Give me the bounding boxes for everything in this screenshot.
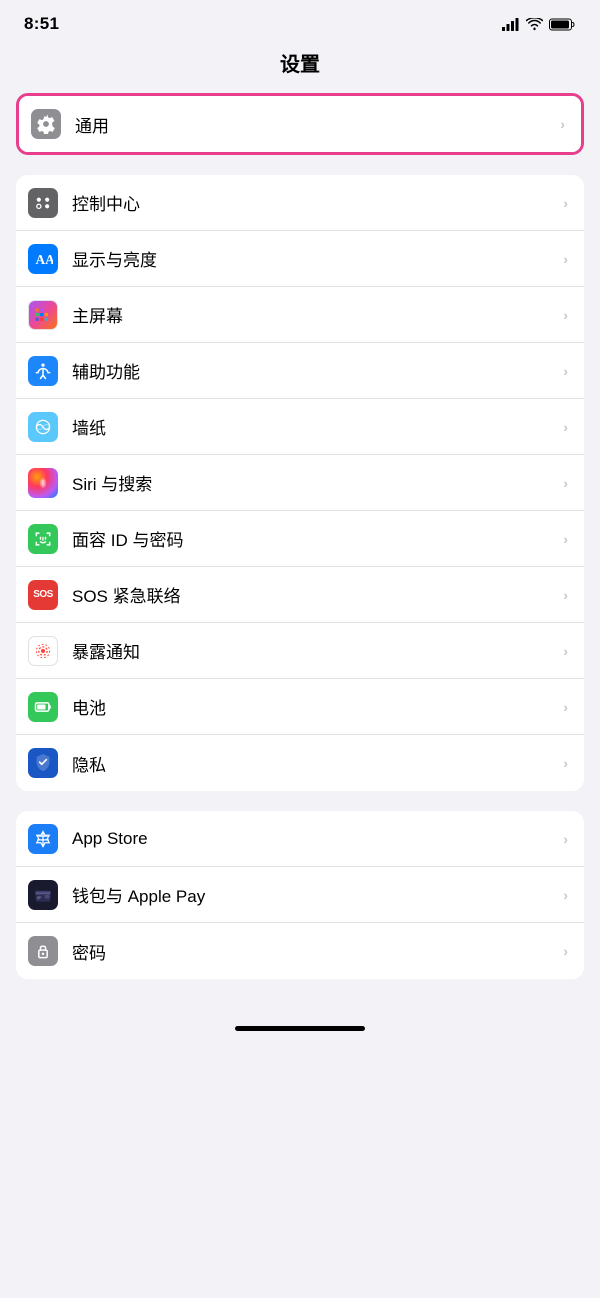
wallet-label: 钱包与 Apple Pay: [72, 882, 563, 907]
settings-item-exposure[interactable]: 暴露通知 ›: [16, 623, 584, 679]
general-icon: [31, 109, 61, 139]
home-screen-label: 主屏幕: [72, 302, 563, 327]
exposure-icon: [28, 636, 58, 666]
status-icons: [502, 18, 576, 31]
settings-item-privacy[interactable]: 隐私 ›: [16, 735, 584, 791]
settings-item-sos[interactable]: SOS SOS 紧急联络 ›: [16, 567, 584, 623]
settings-item-display[interactable]: AA 显示与亮度 ›: [16, 231, 584, 287]
wifi-icon: [526, 18, 543, 31]
appstore-label: App Store: [72, 829, 563, 849]
display-icon: AA: [28, 244, 58, 274]
settings-item-siri[interactable]: Siri 与搜索 ›: [16, 455, 584, 511]
exposure-label: 暴露通知: [72, 638, 563, 663]
faceid-label: 面容 ID 与密码: [72, 526, 563, 551]
battery-settings-icon: [28, 692, 58, 722]
settings-section-1: 通用 ›: [16, 93, 584, 155]
siri-label: Siri 与搜索: [72, 470, 563, 495]
battery-label: 电池: [72, 694, 563, 719]
appstore-icon: [28, 824, 58, 854]
sos-icon: SOS: [28, 580, 58, 610]
wallpaper-icon: [28, 412, 58, 442]
privacy-label: 隐私: [72, 751, 563, 776]
passwords-icon: [28, 936, 58, 966]
sos-label: SOS 紧急联络: [72, 582, 563, 607]
accessibility-icon: [28, 356, 58, 386]
settings-item-faceid[interactable]: 面容 ID 与密码 ›: [16, 511, 584, 567]
wallpaper-label: 墙纸: [72, 414, 563, 439]
status-bar: 8:51: [0, 0, 600, 40]
settings-item-accessibility[interactable]: 辅助功能 ›: [16, 343, 584, 399]
settings-item-appstore[interactable]: App Store ›: [16, 811, 584, 867]
control-center-label: 控制中心: [72, 190, 563, 215]
passwords-label: 密码: [72, 939, 563, 964]
control-center-icon: [28, 188, 58, 218]
home-screen-icon: [28, 300, 58, 330]
svg-text:AA: AA: [36, 252, 54, 267]
status-time: 8:51: [24, 14, 59, 34]
faceid-icon: [28, 524, 58, 554]
settings-item-wallpaper[interactable]: 墙纸 ›: [16, 399, 584, 455]
wallet-icon: [28, 880, 58, 910]
display-label: 显示与亮度: [72, 246, 563, 271]
battery-icon: [549, 18, 576, 31]
settings-item-control-center[interactable]: 控制中心 ›: [16, 175, 584, 231]
settings-section-3: App Store › 钱包与 Apple Pay ›: [16, 811, 584, 979]
home-indicator: [235, 1026, 365, 1031]
general-label: 通用: [75, 112, 560, 137]
settings-item-wallet[interactable]: 钱包与 Apple Pay ›: [16, 867, 584, 923]
settings-item-battery[interactable]: 电池 ›: [16, 679, 584, 735]
settings-item-passwords[interactable]: 密码 ›: [16, 923, 584, 979]
bottom-area: [0, 999, 600, 1039]
settings-item-home-screen[interactable]: 主屏幕 ›: [16, 287, 584, 343]
settings-section-2: 控制中心 › AA 显示与亮度 › 主屏幕 ›: [16, 175, 584, 791]
accessibility-label: 辅助功能: [72, 358, 563, 383]
page-title: 设置: [0, 40, 600, 93]
general-chevron: ›: [560, 116, 565, 132]
settings-item-general[interactable]: 通用 ›: [19, 96, 581, 152]
siri-icon: [28, 468, 58, 498]
signal-icon: [502, 18, 520, 31]
privacy-icon: [28, 748, 58, 778]
